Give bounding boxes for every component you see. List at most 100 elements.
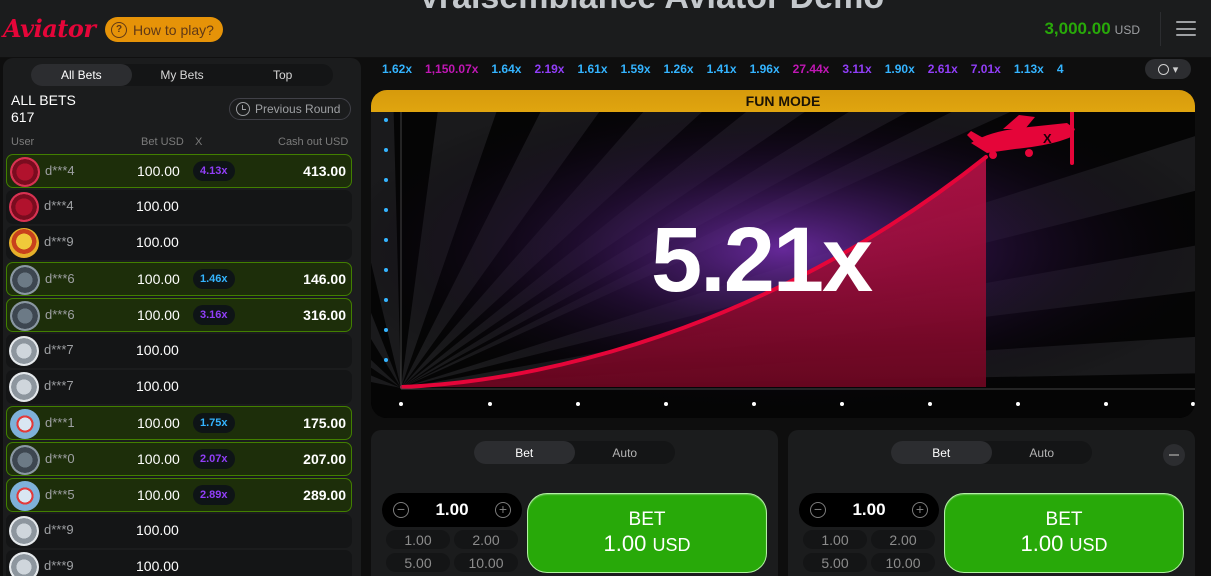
minus-button[interactable]: − — [810, 502, 826, 518]
history-multiplier[interactable]: 1.13x — [1014, 62, 1044, 76]
table-row: d***0 100.00 2.07x 207.00 — [6, 442, 352, 476]
history-multiplier[interactable]: 27.44x — [793, 62, 830, 76]
row-user: d***0 — [45, 451, 75, 466]
tab-bet[interactable]: Bet — [891, 441, 992, 464]
table-row: d***5 100.00 2.89x 289.00 — [6, 478, 352, 512]
how-to-play-button[interactable]: ? How to play? — [105, 17, 223, 42]
tab-all-bets[interactable]: All Bets — [31, 64, 132, 86]
history-multiplier[interactable]: 1.90x — [885, 62, 915, 76]
bet-mode-tabs: Bet Auto — [474, 441, 675, 464]
row-bet-amount: 100.00 — [136, 234, 179, 250]
hamburger-menu-icon[interactable] — [1176, 21, 1196, 36]
history-multiplier[interactable]: 7.01x — [971, 62, 1001, 76]
row-cashout: 413.00 — [303, 163, 346, 179]
row-bet-amount: 100.00 — [136, 522, 179, 538]
plus-button[interactable]: + — [912, 502, 928, 518]
tab-my-bets[interactable]: My Bets — [132, 64, 233, 86]
bet-button-currency: USD — [652, 534, 691, 555]
row-multiplier-badge: 1.46x — [193, 269, 235, 289]
row-user: d***5 — [45, 487, 75, 502]
row-cashout: 316.00 — [303, 307, 346, 323]
row-cashout: 175.00 — [303, 415, 346, 431]
history-multiplier[interactable]: 3.11x — [842, 62, 871, 76]
row-bet-amount: 100.00 — [137, 487, 180, 503]
bet-amount-input[interactable]: 1.00 — [839, 500, 899, 520]
row-user: d***1 — [45, 415, 75, 430]
quick-amount-button[interactable]: 1.00 — [803, 530, 867, 549]
bets-panel: All Bets My Bets Top ALL BETS 617 Previo… — [3, 58, 361, 576]
avatar — [10, 409, 40, 439]
row-multiplier-badge: 2.07x — [193, 449, 235, 469]
question-icon: ? — [111, 21, 127, 38]
row-user: d***4 — [44, 198, 74, 213]
row-user: d***7 — [44, 342, 74, 357]
aviator-logo: Aviator — [3, 14, 96, 43]
history-multiplier[interactable]: 4 — [1057, 62, 1064, 76]
row-user: d***9 — [44, 522, 74, 537]
top-bar: Vraisemblance Aviator Demo Aviator ? How… — [0, 0, 1211, 58]
history-multiplier[interactable]: 1.64x — [491, 62, 521, 76]
row-multiplier-badge: 2.89x — [193, 485, 235, 505]
history-multiplier[interactable]: 2.61x — [928, 62, 958, 76]
quick-amount-button[interactable]: 10.00 — [454, 553, 518, 572]
bet-button[interactable]: BET 1.00 USD — [527, 493, 767, 573]
history-multiplier[interactable]: 1,150.07x — [425, 62, 478, 76]
bets-list: d***4 100.00 4.13x 413.00 d***4 100.00 d***9 10… — [6, 154, 352, 576]
plus-button[interactable]: + — [495, 502, 511, 518]
tab-top[interactable]: Top — [232, 64, 333, 86]
row-cashout: 289.00 — [303, 487, 346, 503]
previous-round-button[interactable]: Previous Round — [229, 98, 351, 120]
history-multiplier[interactable]: 1.41x — [707, 62, 737, 76]
row-user: d***4 — [45, 163, 75, 178]
row-user: d***6 — [45, 271, 75, 286]
history-multiplier[interactable]: 1.26x — [664, 62, 694, 76]
bet-button[interactable]: BET 1.00 USD — [944, 493, 1184, 573]
table-row: d***4 100.00 4.13x 413.00 — [6, 154, 352, 188]
row-user: d***7 — [44, 378, 74, 393]
table-row: d***4 100.00 — [6, 190, 352, 224]
history-multiplier[interactable]: 2.19x — [534, 62, 564, 76]
quick-amount-button[interactable]: 1.00 — [386, 530, 450, 549]
balance-amount: 3,000.00 — [1044, 19, 1111, 38]
page-title-overlay: Vraisemblance Aviator Demo — [418, 0, 884, 17]
quick-amount-button[interactable]: 5.00 — [386, 553, 450, 572]
bet-button-label: BET — [628, 508, 666, 530]
history-multiplier[interactable]: 1.62x — [382, 62, 412, 76]
chevron-down-icon: ▾ — [1172, 63, 1179, 76]
quick-amount-button[interactable]: 2.00 — [871, 530, 935, 549]
tab-auto[interactable]: Auto — [992, 441, 1093, 464]
remove-panel-button[interactable] — [1163, 444, 1185, 466]
bet-amount-input[interactable]: 1.00 — [422, 500, 482, 520]
all-bets-header: ALL BETS 617 — [11, 92, 76, 126]
table-row: d***9 100.00 — [6, 550, 352, 576]
history-multiplier[interactable]: 1.59x — [621, 62, 651, 76]
bet-panel-1: Bet Auto − 1.00 + 1.00 2.00 5.00 10.00 B… — [371, 430, 778, 576]
minus-button[interactable]: − — [393, 502, 409, 518]
history-multiplier[interactable]: 1.61x — [577, 62, 607, 76]
row-user: d***9 — [44, 558, 74, 573]
bets-column-headers: User Bet USD X Cash out USD — [3, 134, 361, 152]
previous-round-label: Previous Round — [255, 102, 341, 116]
tab-auto[interactable]: Auto — [575, 441, 676, 464]
row-bet-amount: 100.00 — [136, 342, 179, 358]
bet-amount-stepper: − 1.00 + — [799, 493, 939, 527]
divider — [1160, 12, 1161, 46]
row-bet-amount: 100.00 — [137, 271, 180, 287]
quick-amount-button[interactable]: 2.00 — [454, 530, 518, 549]
avatar — [9, 192, 39, 222]
quick-amount-button[interactable]: 10.00 — [871, 553, 935, 572]
row-bet-amount: 100.00 — [137, 451, 180, 467]
history-multiplier[interactable]: 1.96x — [750, 62, 780, 76]
history-toggle-button[interactable]: ▾ — [1145, 59, 1191, 79]
table-row: d***6 100.00 3.16x 316.00 — [6, 298, 352, 332]
row-multiplier-badge: 4.13x — [193, 161, 235, 181]
avatar — [9, 336, 39, 366]
avatar — [9, 552, 39, 576]
avatar — [9, 228, 39, 258]
tab-bet[interactable]: Bet — [474, 441, 575, 464]
quick-amount-button[interactable]: 5.00 — [803, 553, 867, 572]
row-user: d***6 — [45, 307, 75, 322]
bet-mode-tabs: Bet Auto — [891, 441, 1092, 464]
multiplier-history: 1.62x 1,150.07x 1.64x 2.19x 1.61x 1.59x 1.26x 1… — [382, 62, 1142, 76]
bet-panel-2: Bet Auto − 1.00 + 1.00 2.00 5.00 10.00 B… — [788, 430, 1195, 576]
